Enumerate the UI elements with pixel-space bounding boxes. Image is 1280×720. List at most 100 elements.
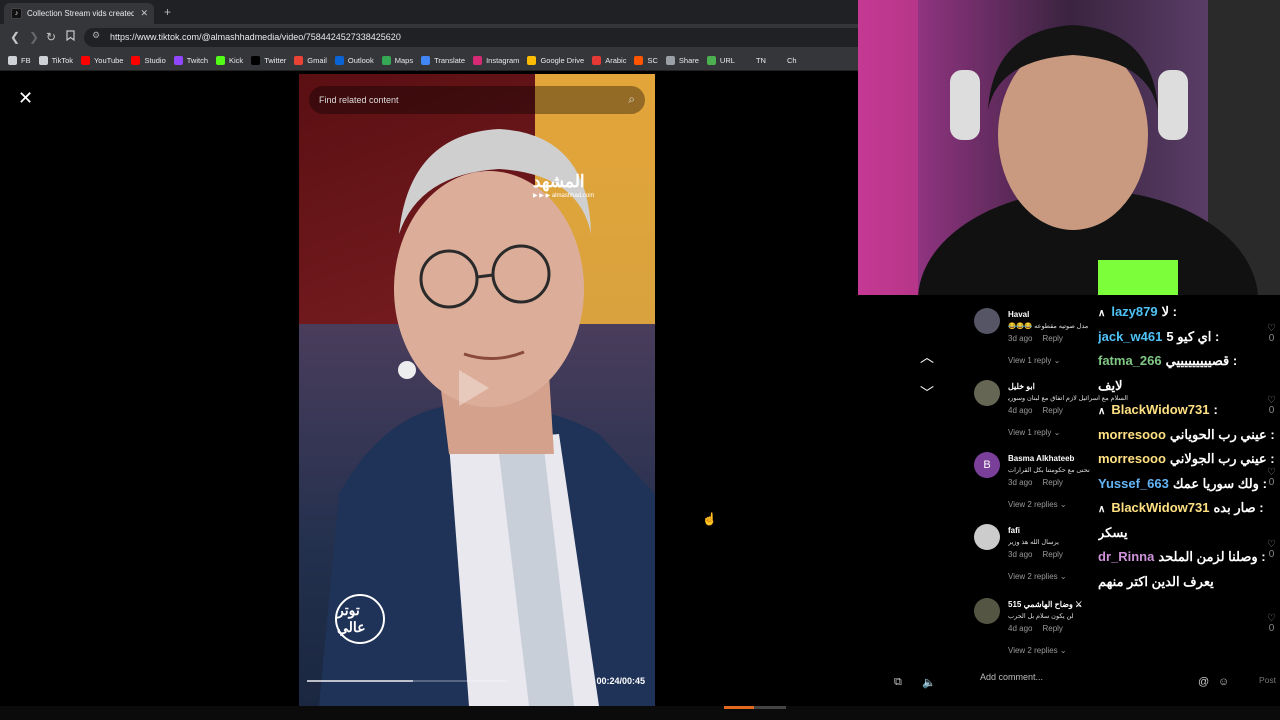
reply-button[interactable]: Reply (1042, 334, 1062, 343)
view-replies-label: View 2 replies (1008, 646, 1058, 655)
bookmark-arabic[interactable]: Arabic (592, 56, 626, 65)
bookmark-twitter[interactable]: Twitter (251, 56, 286, 65)
bookmark-ch[interactable]: Ch (773, 56, 797, 65)
bookmark-maps[interactable]: Maps (381, 56, 414, 65)
outlook-icon (334, 56, 344, 65)
bookmark-label: Studio (144, 56, 166, 65)
reply-button[interactable]: Reply (1042, 624, 1062, 633)
view-replies-button[interactable]: View 2 replies ⌄ (1008, 646, 1067, 655)
bookmark-icon[interactable] (66, 30, 75, 44)
play-icon[interactable] (459, 370, 489, 406)
twitch-icon (173, 56, 183, 65)
bookmark-translate[interactable]: Translate (421, 56, 465, 65)
like-button[interactable]: ♡ 0 (1267, 614, 1276, 634)
view-replies-button[interactable]: View 2 replies ⌄ (1008, 572, 1067, 581)
bookmark-share[interactable]: Share (665, 56, 699, 65)
bookmark-label: Google Drive (540, 56, 585, 65)
reply-button[interactable]: Reply (1042, 406, 1062, 415)
chat-text: : ولك سوريا عمك (1172, 475, 1267, 491)
forward-icon[interactable]: ❯ (29, 30, 39, 44)
view-replies-label: View 2 replies (1008, 500, 1058, 509)
mention-icon[interactable]: @ (1198, 676, 1209, 688)
bookmark-gmail[interactable]: Gmail (294, 56, 327, 65)
chat-text: يسكر (1098, 524, 1128, 540)
avatar[interactable]: B (974, 452, 1000, 478)
search-placeholder: Find related content (319, 95, 399, 105)
close-video-button[interactable]: ✕ (18, 88, 33, 109)
bookmark-tn[interactable]: TN (742, 56, 766, 65)
avatar[interactable] (974, 598, 1000, 624)
bookmark-label: Ch (786, 56, 797, 65)
comment-meta: 4d ago Reply (1008, 406, 1063, 415)
browser-tab[interactable]: ♪ Collection Stream vids created b ✕ (4, 3, 154, 24)
url-text: https://www.tiktok.com/@almashhadmedia/v… (110, 32, 401, 42)
bookmark-youtube[interactable]: YouTube (80, 56, 123, 65)
reply-button[interactable]: Reply (1042, 478, 1062, 487)
add-comment-input[interactable]: Add comment... (980, 672, 1190, 688)
caret-icon: ∧ (1098, 308, 1106, 319)
maps-icon (381, 56, 391, 65)
avatar[interactable] (974, 524, 1000, 550)
bookmark-label: TikTok (51, 56, 73, 65)
video-player[interactable]: Find related content ⌕ المشهد ▶ ▶ ▶ alma… (299, 74, 655, 706)
emoji-icon[interactable]: ☺ (1218, 676, 1229, 688)
comment-meta: 3d ago Reply (1008, 550, 1063, 559)
comment-author[interactable]: وضاح الهاشمي 515 ⚔ (1008, 600, 1082, 609)
bookmark-sc[interactable]: SC (634, 56, 658, 65)
bookmark-label: Twitter (264, 56, 287, 65)
post-button[interactable]: Post (1259, 675, 1276, 685)
comment-author[interactable]: Basma Alkhateeb (1008, 454, 1074, 463)
next-video-icon[interactable]: ﹀ (920, 383, 934, 403)
volume-icon[interactable]: 🔈 (922, 676, 936, 689)
bookmark-outlook[interactable]: Outlook (334, 56, 374, 65)
video-timecode: 00:24/00:45 (596, 676, 645, 686)
close-tab-icon[interactable]: ✕ (140, 8, 148, 19)
comment-author[interactable]: Haval (1008, 310, 1029, 319)
reload-icon[interactable]: ↻ (46, 30, 56, 44)
bookmark-kick[interactable]: Kick (216, 56, 243, 65)
stream-chat-overlay: ∧ lazy879: لا jack_w461: اي كيو 5 fatma_266… (1098, 300, 1280, 610)
progress-bar[interactable] (307, 680, 507, 682)
comment-age: 3d ago (1008, 478, 1033, 487)
folder-icon (8, 56, 17, 65)
chat-message: jack_w461: اي كيو 5 (1098, 329, 1280, 345)
view-replies-button[interactable]: View 1 reply ⌄ (1008, 356, 1060, 365)
bookmark-label: Kick (229, 56, 244, 65)
search-icon[interactable]: ⌕ (628, 92, 635, 107)
new-tab-button[interactable]: + (164, 5, 171, 19)
comment-meta: 3d ago Reply (1008, 334, 1063, 343)
back-icon[interactable]: ❮ (10, 30, 20, 44)
reply-button[interactable]: Reply (1042, 550, 1062, 559)
bookmark-tiktok[interactable]: TikTok (38, 56, 73, 65)
bookmark-url[interactable]: URL (706, 56, 735, 65)
url-icon (706, 56, 716, 65)
previous-video-icon[interactable]: ︿ (920, 347, 934, 367)
related-content-search[interactable]: Find related content ⌕ (309, 86, 645, 114)
bookmark-label: SC (647, 56, 658, 65)
translate-icon (421, 56, 431, 65)
bookmark-label: Maps (394, 56, 414, 65)
inactive-indicator (754, 706, 786, 709)
chat-text: : عيني رب الحوياني (1169, 426, 1275, 442)
address-bar[interactable]: ⚙ https://www.tiktok.com/@almashhadmedia… (84, 28, 858, 47)
chat-username: morresooo (1098, 426, 1166, 442)
avatar[interactable] (974, 380, 1000, 406)
bookmark-label: Outlook (347, 56, 374, 65)
bookmark-instagram[interactable]: Instagram (473, 56, 519, 65)
site-info-icon[interactable]: ⚙ (92, 30, 100, 41)
bookmark-twitch[interactable]: Twitch (173, 56, 208, 65)
chat-text: يعرف الدين اكتر منهم (1098, 573, 1214, 589)
bookmark-google-drive[interactable]: Google Drive (527, 56, 584, 65)
bookmark-label: Instagram (486, 56, 520, 65)
bookmark-fb[interactable]: FB (8, 56, 31, 65)
instagram-icon (473, 56, 483, 65)
comment-author[interactable]: fafi (1008, 526, 1020, 535)
avatar[interactable] (974, 308, 1000, 334)
bookmark-studio[interactable]: Studio (131, 56, 166, 65)
view-replies-button[interactable]: View 1 reply ⌄ (1008, 428, 1060, 437)
view-replies-button[interactable]: View 2 replies ⌄ (1008, 500, 1067, 509)
bookmark-label: Arabic (605, 56, 627, 65)
chat-text: لايف (1098, 377, 1123, 393)
picture-in-picture-icon[interactable]: ⧉ (894, 676, 902, 689)
comment-author[interactable]: ابو خليل (1008, 382, 1035, 391)
